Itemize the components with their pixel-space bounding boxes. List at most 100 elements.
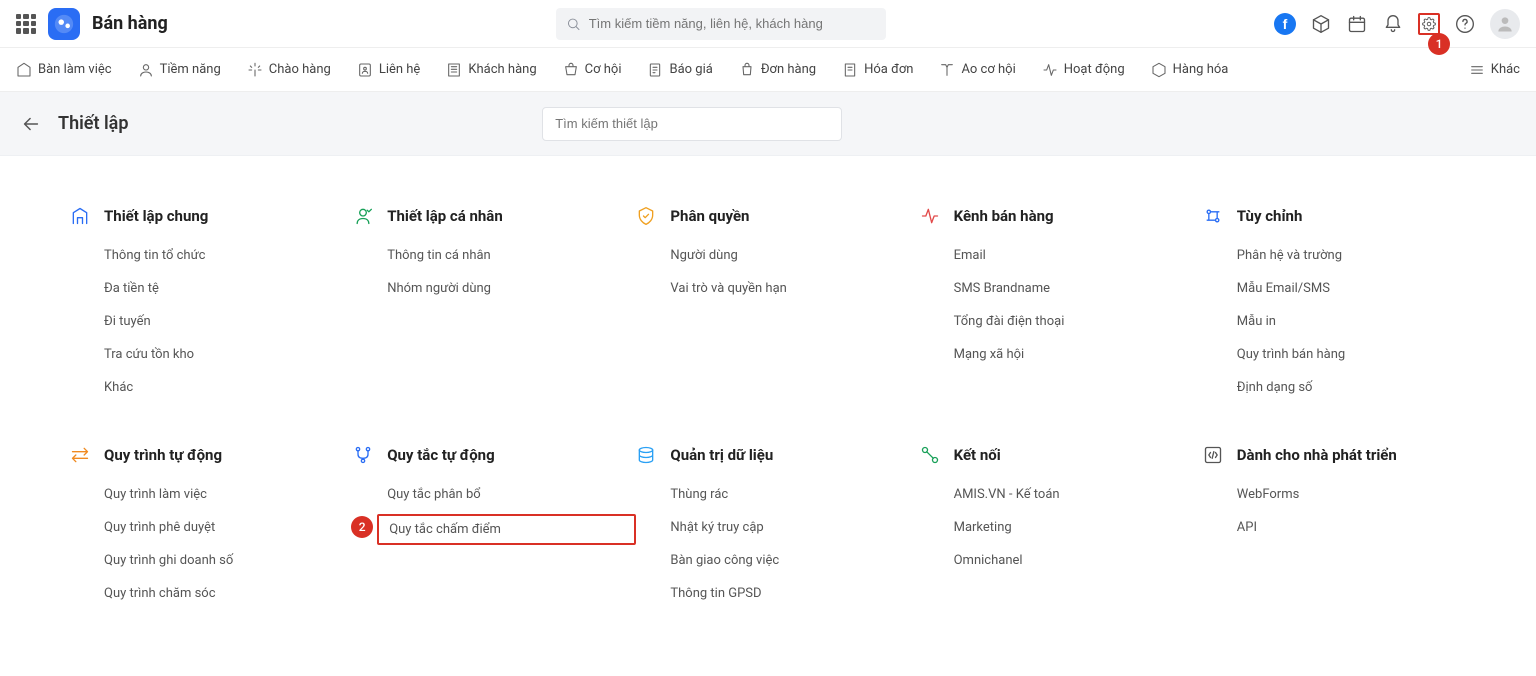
section-items: Email SMS Brandname Tổng đài điện thoại Mạn… <box>920 248 1183 362</box>
nav-khac[interactable]: Khác <box>1469 62 1520 78</box>
settings-link[interactable]: Email <box>954 248 1183 263</box>
settings-link[interactable]: Omnichanel <box>954 553 1183 568</box>
nav-bao-gia[interactable]: Báo giá <box>647 62 712 78</box>
settings-grid: Thiết lập chung Thông tin tổ chức Đa tiền … <box>70 206 1466 601</box>
nav-lien-he[interactable]: Liên hệ <box>357 62 421 78</box>
settings-section: Thiết lập chung Thông tin tổ chức Đa tiền … <box>70 206 333 395</box>
settings-link[interactable]: Quy trình phê duyệt <box>104 520 333 535</box>
section-items: Thông tin cá nhân Nhóm người dùng <box>353 248 616 296</box>
nav-ban-lam-viec[interactable]: Bàn làm việc <box>16 62 112 78</box>
settings-link[interactable]: Tổng đài điện thoại <box>954 314 1183 329</box>
settings-link[interactable]: Định dạng số <box>1237 380 1466 395</box>
settings-link[interactable]: Phân hệ và trường <box>1237 248 1466 263</box>
global-search[interactable] <box>556 8 886 40</box>
help-icon[interactable] <box>1454 13 1476 35</box>
section-header: Dành cho nhà phát triển <box>1203 445 1466 465</box>
section-icon <box>1203 445 1223 465</box>
global-search-input[interactable] <box>589 16 876 31</box>
nav-ao-co-hoi[interactable]: Ao cơ hội <box>939 62 1015 78</box>
navbar: Bàn làm việc Tiềm năng Chào hàng Liên hệ… <box>0 48 1536 92</box>
apps-grid-icon[interactable] <box>16 14 36 34</box>
nav-chao-hang[interactable]: Chào hàng <box>247 62 331 78</box>
settings-section: Quản trị dữ liệu Thùng rác Nhật ký truy cậ… <box>636 445 899 601</box>
app-title: Bán hàng <box>92 13 168 34</box>
settings-link[interactable]: Đa tiền tệ <box>104 281 333 296</box>
settings-link[interactable]: Quy tắc chấm điểm2 <box>377 514 636 545</box>
section-header: Thiết lập chung <box>70 206 333 226</box>
subheader: Thiết lập <box>0 92 1536 156</box>
settings-section: Kết nối AMIS.VN - Kế toán Marketing Omnicha… <box>920 445 1183 601</box>
section-icon <box>353 445 373 465</box>
section-icon <box>70 206 90 226</box>
back-arrow-icon[interactable] <box>20 113 42 135</box>
section-icon <box>920 445 940 465</box>
settings-search-input[interactable] <box>543 116 841 131</box>
settings-section: Phân quyền Người dùng Vai trò và quyền hạn <box>636 206 899 395</box>
app-logo[interactable] <box>48 8 80 40</box>
settings-link[interactable]: Thùng rác <box>670 487 899 502</box>
settings-link[interactable]: Nhóm người dùng <box>387 281 616 296</box>
user-avatar[interactable] <box>1490 9 1520 39</box>
annotation-badge-1: 1 <box>1428 33 1450 55</box>
settings-link[interactable]: API <box>1237 520 1466 535</box>
settings-link[interactable]: Bàn giao công việc <box>670 553 899 568</box>
section-items: Thông tin tổ chức Đa tiền tệ Đi tuyến Tra c… <box>70 248 333 395</box>
settings-section: Dành cho nhà phát triển WebForms API <box>1203 445 1466 601</box>
settings-link[interactable]: Vai trò và quyền hạn <box>670 281 899 296</box>
settings-link[interactable]: Quy trình làm việc <box>104 487 333 502</box>
nav-hoa-don[interactable]: Hóa đơn <box>842 62 913 78</box>
settings-link[interactable]: WebForms <box>1237 487 1466 502</box>
settings-link[interactable]: Mạng xã hội <box>954 347 1183 362</box>
settings-link[interactable]: Quy trình ghi doanh số <box>104 553 333 568</box>
settings-link[interactable]: Quy tắc phân bổ <box>387 487 616 502</box>
settings-link[interactable]: Khác <box>104 380 333 395</box>
content: Thiết lập chung Thông tin tổ chức Đa tiền … <box>0 156 1536 676</box>
section-header: Quy tắc tự động <box>353 445 616 465</box>
bell-icon[interactable] <box>1382 13 1404 35</box>
section-header: Quy trình tự động <box>70 445 333 465</box>
section-header: Phân quyền <box>636 206 899 226</box>
settings-link[interactable]: Marketing <box>954 520 1183 535</box>
settings-link[interactable]: AMIS.VN - Kế toán <box>954 487 1183 502</box>
section-items: Phân hệ và trường Mẫu Email/SMS Mẫu in Quy … <box>1203 248 1466 395</box>
settings-link[interactable]: Nhật ký truy cập <box>670 520 899 535</box>
package-icon[interactable] <box>1310 13 1332 35</box>
page-title: Thiết lập <box>58 113 128 134</box>
section-header: Kết nối <box>920 445 1183 465</box>
nav-hoat-dong[interactable]: Hoạt động <box>1042 62 1125 78</box>
top-bar: Bán hàng f 1 <box>0 0 1536 48</box>
section-header: Quản trị dữ liệu <box>636 445 899 465</box>
settings-icon[interactable]: 1 <box>1418 13 1440 35</box>
section-header: Thiết lập cá nhân <box>353 206 616 226</box>
settings-link[interactable]: Thông tin cá nhân <box>387 248 616 263</box>
settings-link[interactable]: Thông tin tổ chức <box>104 248 333 263</box>
section-items: Quy trình làm việc Quy trình phê duyệt Quy… <box>70 487 333 601</box>
section-icon <box>70 445 90 465</box>
settings-section: Quy trình tự độngQuy trình làm việcQuy t… <box>70 445 333 601</box>
section-icon <box>636 206 656 226</box>
settings-link[interactable]: Đi tuyến <box>104 314 333 329</box>
nav-hang-hoa[interactable]: Hàng hóa <box>1151 62 1229 78</box>
calendar-icon[interactable] <box>1346 13 1368 35</box>
section-items: AMIS.VN - Kế toán Marketing Omnichanel <box>920 487 1183 568</box>
section-header: Kênh bán hàng <box>920 206 1183 226</box>
settings-link[interactable]: Quy trình bán hàng <box>1237 347 1466 362</box>
nav-khach-hang[interactable]: Khách hàng <box>446 62 536 78</box>
nav-don-hang[interactable]: Đơn hàng <box>739 62 816 78</box>
settings-search[interactable] <box>542 107 842 141</box>
section-title: Kết nối <box>954 446 1001 464</box>
nav-co-hoi[interactable]: Cơ hội <box>563 62 622 78</box>
facebook-icon[interactable]: f <box>1274 13 1296 35</box>
section-title: Phân quyền <box>670 207 749 225</box>
section-items: WebForms API <box>1203 487 1466 535</box>
settings-link[interactable]: SMS Brandname <box>954 281 1183 296</box>
nav-tiem-nang[interactable]: Tiềm năng <box>138 62 221 78</box>
settings-link[interactable]: Quy trình chăm sóc <box>104 586 333 601</box>
settings-link[interactable]: Người dùng <box>670 248 899 263</box>
settings-link[interactable]: Thông tin GPSD <box>670 586 899 601</box>
settings-link[interactable]: Mẫu Email/SMS <box>1237 281 1466 296</box>
settings-link[interactable]: Tra cứu tồn kho <box>104 347 333 362</box>
settings-link[interactable]: Mẫu in <box>1237 314 1466 329</box>
section-title: Quản trị dữ liệu <box>670 446 773 464</box>
top-icons: f 1 <box>1274 9 1520 39</box>
